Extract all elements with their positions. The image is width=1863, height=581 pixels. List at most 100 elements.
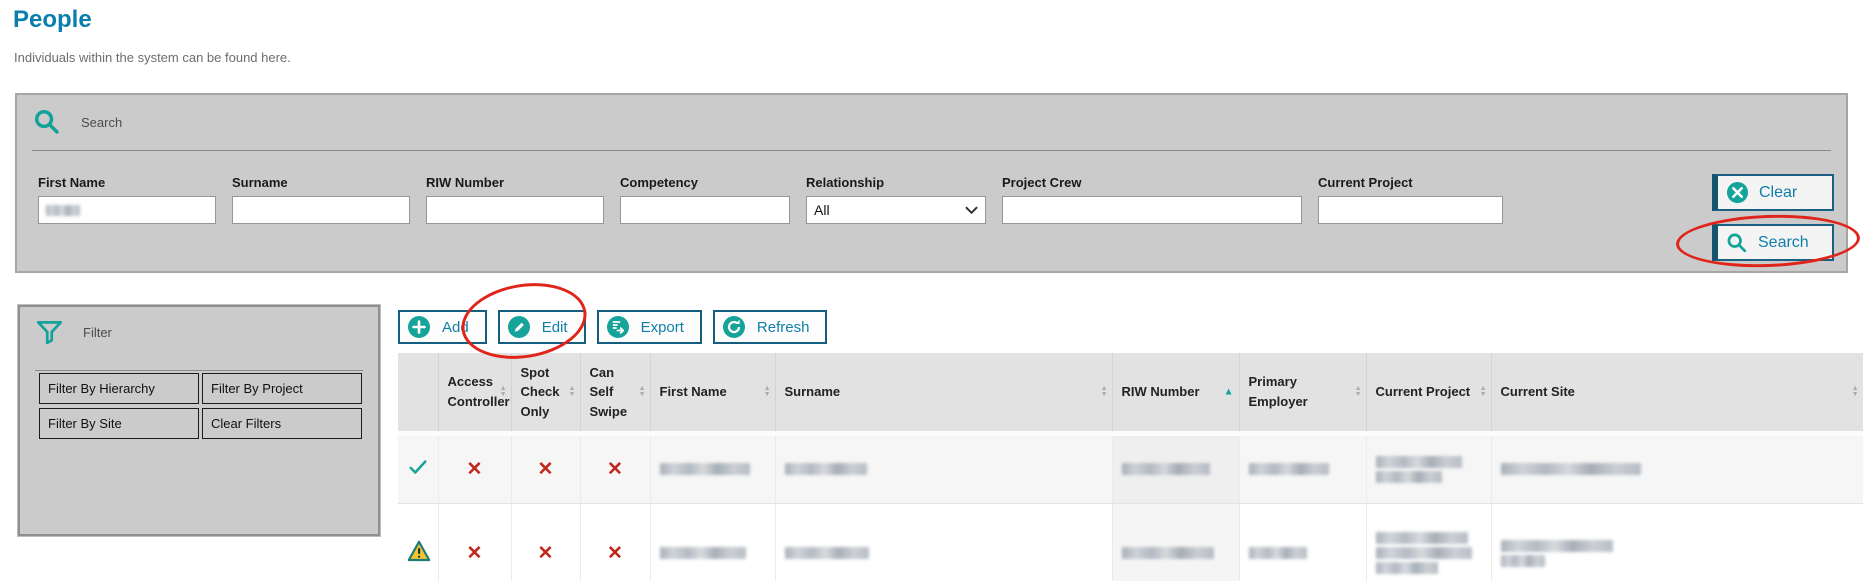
status-cell: [398, 503, 438, 581]
surname-cell: [775, 503, 1112, 581]
competency-input[interactable]: [620, 196, 790, 224]
field-project-crew: Project Crew: [1002, 175, 1302, 224]
first-name-cell: [650, 503, 775, 581]
project-crew-label: Project Crew: [1002, 175, 1302, 190]
cross-icon: ✕: [538, 459, 554, 480]
export-circle-icon: [606, 315, 630, 339]
field-first-name: First Name: [38, 175, 216, 224]
riw-number-label: RIW Number: [426, 175, 604, 190]
riw-number-cell: [1112, 433, 1239, 503]
current-site-cell: [1491, 503, 1863, 581]
sort-icon: ▲▼: [764, 386, 771, 398]
filter-funnel-icon: [36, 320, 63, 345]
search-panel: Search First Name Surname RIW Number Com…: [15, 93, 1848, 273]
column-header-primary-employer[interactable]: Primary Employer ▲▼: [1239, 353, 1366, 433]
sort-ascending-icon: ▲: [1224, 384, 1234, 399]
filter-panel-title: Filter: [83, 325, 112, 340]
pencil-circle-icon: [507, 315, 531, 339]
clear-filters-button[interactable]: Clear Filters: [202, 408, 362, 439]
page-title: People: [13, 6, 92, 34]
export-button[interactable]: Export: [597, 310, 702, 344]
column-header-access-controller[interactable]: Access Controller ▲▼: [438, 353, 511, 433]
cross-icon: ✕: [538, 543, 554, 564]
current-project-input[interactable]: [1318, 196, 1503, 224]
first-name-input[interactable]: [38, 196, 216, 224]
cross-icon: ✕: [607, 543, 623, 564]
field-riw-number: RIW Number: [426, 175, 604, 224]
warning-icon: [407, 549, 431, 566]
riw-number-cell: [1112, 503, 1239, 581]
project-crew-input[interactable]: [1002, 196, 1302, 224]
search-icon: [33, 108, 61, 136]
current-project-label: Current Project: [1318, 175, 1503, 190]
search-icon: [1726, 232, 1748, 254]
column-header-riw-number[interactable]: RIW Number ▲: [1112, 353, 1239, 433]
column-header-first-name[interactable]: First Name ▲▼: [650, 353, 775, 433]
status-cell: [398, 433, 438, 503]
table-row[interactable]: ✕ ✕ ✕: [398, 503, 1863, 581]
refresh-button[interactable]: Refresh: [713, 310, 828, 344]
divider: [35, 370, 363, 371]
primary-employer-cell: [1239, 503, 1366, 581]
clear-button-label: Clear: [1759, 184, 1797, 202]
refresh-button-label: Refresh: [757, 319, 810, 336]
check-icon: [407, 465, 429, 482]
sort-icon: ▲▼: [1355, 386, 1362, 398]
divider: [32, 150, 1831, 151]
table-row[interactable]: ✕ ✕ ✕: [398, 433, 1863, 503]
column-header-surname[interactable]: Surname ▲▼: [775, 353, 1112, 433]
surname-cell: [775, 433, 1112, 503]
cross-icon: ✕: [607, 459, 623, 480]
chevron-down-icon: [965, 206, 978, 214]
relationship-selected-value: All: [814, 202, 830, 218]
surname-input[interactable]: [232, 196, 410, 224]
add-button-label: Add: [442, 319, 469, 336]
spot-check-only-cell: ✕: [511, 433, 580, 503]
redacted-value: [46, 205, 80, 216]
column-header-spot-check-only[interactable]: Spot Check Only ▲▼: [511, 353, 580, 433]
first-name-label: First Name: [38, 175, 216, 190]
spot-check-only-cell: ✕: [511, 503, 580, 581]
cross-icon: ✕: [467, 459, 483, 480]
surname-label: Surname: [232, 175, 410, 190]
primary-employer-cell: [1239, 433, 1366, 503]
current-project-cell: [1366, 503, 1491, 581]
filter-by-hierarchy-button[interactable]: Filter By Hierarchy: [39, 373, 199, 404]
column-header-current-project[interactable]: Current Project ▲▼: [1366, 353, 1491, 433]
access-controller-cell: ✕: [438, 433, 511, 503]
cross-icon: ✕: [467, 543, 483, 564]
grid-toolbar: Add Edit Export Refresh: [398, 310, 827, 344]
relationship-label: Relationship: [806, 175, 986, 190]
edit-button-label: Edit: [542, 319, 568, 336]
clear-button[interactable]: Clear: [1712, 174, 1834, 211]
column-header-can-self-swipe[interactable]: Can Self Swipe ▲▼: [580, 353, 650, 433]
relationship-select[interactable]: All: [806, 196, 986, 224]
first-name-cell: [650, 433, 775, 503]
people-page: People Individuals within the system can…: [0, 0, 1863, 581]
clear-circle-icon: [1726, 181, 1749, 204]
plus-circle-icon: [407, 315, 431, 339]
sort-icon: ▲▼: [1101, 386, 1108, 398]
field-relationship: Relationship All: [806, 175, 986, 224]
sort-icon: ▲▼: [569, 386, 576, 398]
sort-icon: ▲▼: [500, 386, 507, 398]
search-button[interactable]: Search: [1712, 224, 1834, 261]
sort-icon: ▲▼: [639, 386, 646, 398]
add-button[interactable]: Add: [398, 310, 487, 344]
refresh-circle-icon: [722, 315, 746, 339]
edit-button[interactable]: Edit: [498, 310, 586, 344]
competency-label: Competency: [620, 175, 790, 190]
sort-icon: ▲▼: [1480, 386, 1487, 398]
field-current-project: Current Project: [1318, 175, 1503, 224]
riw-number-input[interactable]: [426, 196, 604, 224]
field-surname: Surname: [232, 175, 410, 224]
filter-by-project-button[interactable]: Filter By Project: [202, 373, 362, 404]
access-controller-cell: ✕: [438, 503, 511, 581]
people-table: Access Controller ▲▼ Spot Check Only ▲▼ …: [398, 353, 1863, 581]
filter-by-site-button[interactable]: Filter By Site: [39, 408, 199, 439]
export-button-label: Export: [641, 319, 684, 336]
can-self-swipe-cell: ✕: [580, 503, 650, 581]
current-project-cell: [1366, 433, 1491, 503]
column-header-current-site[interactable]: Current Site ▲▼: [1491, 353, 1863, 433]
search-button-label: Search: [1758, 234, 1809, 252]
